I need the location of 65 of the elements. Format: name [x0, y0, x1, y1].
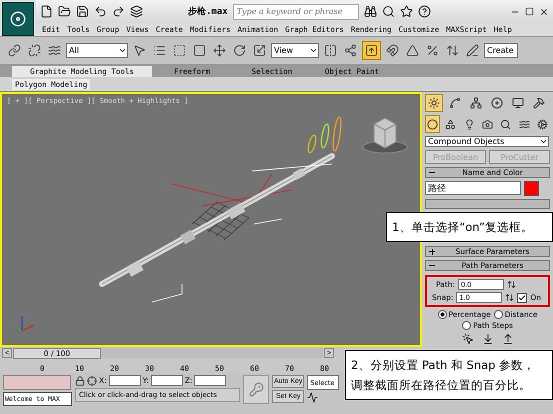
pointer-icon[interactable]: [133, 44, 146, 57]
sun-icon[interactable]: [425, 94, 443, 112]
axis-tripod-icon: [14, 316, 34, 332]
object-type-dropdown[interactable]: Compound Objects: [425, 136, 549, 148]
percent-icon[interactable]: [426, 44, 439, 57]
logo-icon: [10, 11, 26, 27]
selection-filter-dropdown[interactable]: All: [66, 43, 128, 58]
unlink-icon[interactable]: [28, 44, 41, 57]
star-icon[interactable]: [400, 5, 413, 18]
collapse-icon[interactable]: [429, 170, 435, 176]
cross-section-shapes-drawing: [308, 116, 342, 154]
new-file-icon[interactable]: [40, 5, 53, 18]
nodes-icon[interactable]: [344, 44, 357, 57]
check-icon: [518, 294, 526, 302]
callout-note: 1、单击选择“on”复选框。: [386, 212, 553, 242]
expand-icon[interactable]: [429, 248, 435, 254]
arrow-down-icon[interactable]: [482, 333, 494, 345]
close-icon[interactable]: [539, 6, 549, 16]
script-listener-field[interactable]: [3, 375, 71, 390]
scale-icon[interactable]: [253, 44, 266, 57]
spinner-arrows-icon[interactable]: [505, 293, 514, 302]
mirror-icon[interactable]: [324, 44, 337, 57]
collapse-icon[interactable]: [429, 262, 435, 268]
binoculars-icon[interactable]: [364, 5, 377, 18]
dashed-square-icon[interactable]: [173, 44, 186, 57]
callout-note: 2、分别设置 Path 和 Snap 参数， 调整截面所在路径位置的百分比。: [345, 350, 553, 400]
maximize-icon[interactable]: [525, 7, 534, 16]
angle-icon[interactable]: [406, 44, 419, 57]
name-field[interactable]: 路径: [425, 181, 521, 196]
move-icon[interactable]: [213, 44, 226, 57]
radio-button[interactable]: [494, 310, 503, 319]
link-icon[interactable]: [8, 44, 21, 57]
key-icon: [248, 382, 264, 397]
lock-icon[interactable]: [75, 376, 85, 386]
named-selection-field[interactable]: Create: [484, 43, 518, 58]
radio-button[interactable]: [462, 321, 472, 330]
pencil-icon[interactable]: [466, 44, 479, 57]
undo-icon[interactable]: [94, 5, 107, 18]
search-field[interactable]: Type a keyword or phrase: [232, 4, 359, 20]
redo-icon[interactable]: [112, 5, 125, 18]
arrow-up-icon[interactable]: [365, 44, 378, 57]
radio-button[interactable]: [438, 310, 446, 319]
checkbox[interactable]: [517, 292, 528, 302]
grid-drawing: [192, 202, 250, 240]
window-title: 步枪.max: [188, 5, 228, 18]
square-icon[interactable]: [193, 44, 206, 57]
color-swatch[interactable]: [524, 181, 539, 196]
coordinate-field[interactable]: [194, 375, 226, 386]
save-icon[interactable]: [76, 5, 89, 18]
magnet-icon[interactable]: [386, 44, 399, 57]
waves-icon[interactable]: [48, 44, 61, 57]
crosshair-icon[interactable]: [87, 376, 97, 386]
help-icon[interactable]: [418, 5, 431, 18]
coordinate-field[interactable]: [150, 375, 183, 386]
coordinate-field[interactable]: [108, 375, 141, 386]
view-cube-icon[interactable]: [362, 117, 408, 154]
search-icon[interactable]: [382, 5, 395, 18]
app-menu-button[interactable]: [2, 2, 34, 36]
reference-coordinate-dropdown[interactable]: View: [271, 43, 319, 58]
arrow-up-icon[interactable]: [502, 333, 514, 345]
rotate-icon[interactable]: [233, 44, 246, 57]
rollout-header[interactable]: [425, 199, 550, 210]
spinner-arrows-icon[interactable]: [507, 280, 516, 289]
folder-icon[interactable]: [58, 5, 71, 18]
curve-icon[interactable]: [307, 392, 318, 403]
